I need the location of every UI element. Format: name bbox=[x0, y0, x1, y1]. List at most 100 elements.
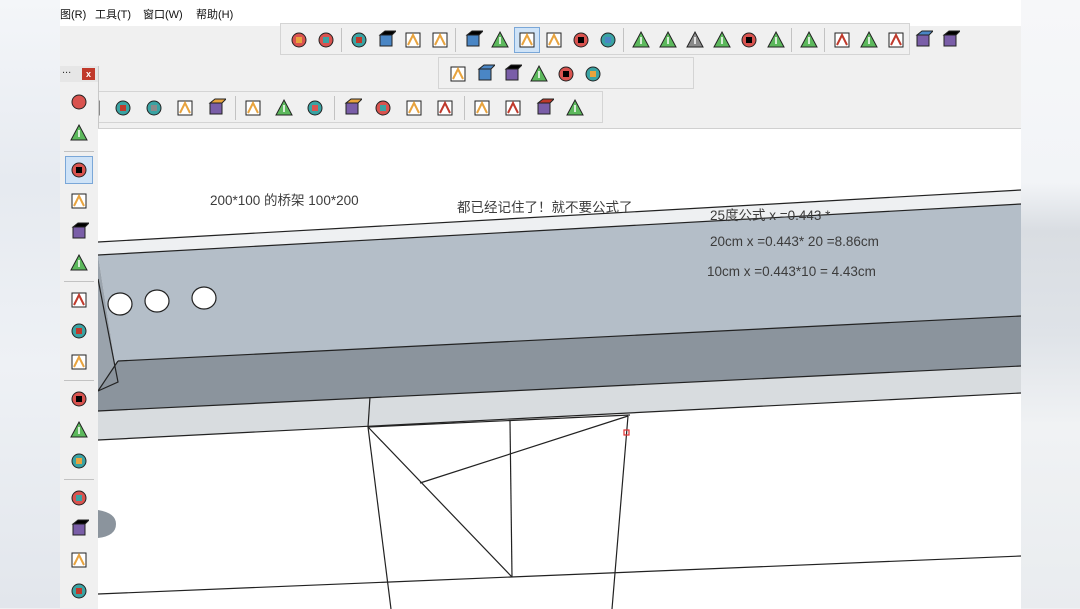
export-icon[interactable] bbox=[562, 95, 588, 121]
tray-hole bbox=[144, 289, 170, 313]
iso-view-icon[interactable] bbox=[286, 27, 312, 53]
house-side-icon[interactable] bbox=[655, 27, 681, 53]
walk-icon[interactable] bbox=[65, 577, 93, 605]
monochrome-style-icon[interactable] bbox=[595, 27, 621, 53]
subtract-icon bbox=[860, 30, 878, 48]
axes-icon[interactable] bbox=[65, 385, 93, 413]
house-outline-icon[interactable] bbox=[736, 27, 762, 53]
pencil-icon[interactable] bbox=[65, 156, 93, 184]
walk-icon bbox=[71, 583, 87, 599]
3d-text-icon[interactable] bbox=[65, 447, 93, 475]
followme-icon[interactable] bbox=[65, 317, 93, 345]
zoom-extents-icon[interactable] bbox=[432, 95, 458, 121]
component-icon[interactable] bbox=[65, 88, 93, 116]
eraser-icon[interactable] bbox=[65, 119, 93, 147]
wireframe-style-icon[interactable] bbox=[487, 27, 513, 53]
text-label-icon[interactable] bbox=[271, 95, 297, 121]
menu-help[interactable]: 帮助(H) bbox=[196, 6, 233, 22]
zoom-icon[interactable] bbox=[401, 95, 427, 121]
menu-window[interactable]: 窗口(W) bbox=[143, 6, 183, 22]
hidden-line-style-icon bbox=[519, 32, 535, 48]
menu-camera[interactable]: 图(R) bbox=[60, 6, 86, 22]
toolbar-separator bbox=[791, 28, 792, 52]
close-button[interactable]: x bbox=[82, 68, 95, 80]
right-view-icon[interactable] bbox=[373, 27, 399, 53]
paint-bucket-icon[interactable] bbox=[302, 95, 328, 121]
right-view-icon bbox=[378, 30, 396, 47]
extension-icon[interactable] bbox=[500, 95, 526, 121]
hidden-line-style-icon[interactable] bbox=[514, 27, 540, 53]
shaded-style-icon[interactable] bbox=[541, 27, 567, 53]
toolbar-separator bbox=[464, 96, 465, 120]
toolbar-grip: ... bbox=[62, 64, 72, 76]
toolbar-title-bar[interactable]: ... x bbox=[60, 64, 98, 82]
section-plane-icon bbox=[800, 30, 818, 48]
tray-hole bbox=[107, 292, 133, 316]
toolbar-separator bbox=[824, 28, 825, 52]
component-icon bbox=[71, 94, 87, 110]
subtract-icon[interactable] bbox=[856, 27, 882, 53]
followme-icon[interactable] bbox=[110, 95, 136, 121]
protractor-icon bbox=[504, 64, 522, 81]
extension-icon bbox=[505, 100, 521, 116]
top-view-icon[interactable] bbox=[313, 27, 339, 53]
pencil-icon bbox=[71, 162, 87, 178]
front-view-icon[interactable] bbox=[346, 27, 372, 53]
layout-icon[interactable] bbox=[531, 95, 557, 121]
house-back-icon[interactable] bbox=[709, 27, 735, 53]
pan-icon bbox=[375, 100, 391, 116]
pie-icon[interactable] bbox=[65, 249, 93, 277]
trim-icon bbox=[915, 30, 933, 47]
text-label-icon[interactable] bbox=[65, 416, 93, 444]
followme-icon bbox=[71, 323, 87, 339]
pan-icon[interactable] bbox=[65, 484, 93, 512]
zoom-icon bbox=[71, 552, 87, 568]
drawing-toolbar: ... x bbox=[60, 64, 99, 608]
trim-icon[interactable] bbox=[910, 27, 936, 53]
monochrome-style-icon bbox=[600, 32, 616, 48]
top-view-icon bbox=[318, 32, 334, 48]
protractor-icon[interactable] bbox=[499, 61, 525, 87]
tape-measure-icon[interactable] bbox=[240, 95, 266, 121]
orbit-icon bbox=[344, 98, 362, 115]
model-viewport[interactable]: 200*100 的桥架 100*200 都已经记住了！就不要公式了 25度公式 … bbox=[98, 128, 1021, 609]
zoom-extents-icon bbox=[437, 100, 453, 116]
text-label-icon[interactable] bbox=[526, 61, 552, 87]
rotate-icon[interactable] bbox=[172, 95, 198, 121]
tray-hole bbox=[191, 286, 217, 310]
house-top-icon[interactable] bbox=[682, 27, 708, 53]
house-front-icon[interactable] bbox=[628, 27, 654, 53]
section-plane-icon[interactable] bbox=[796, 27, 822, 53]
axes-icon[interactable] bbox=[553, 61, 579, 87]
pushpull-icon[interactable] bbox=[65, 286, 93, 314]
intersect-icon[interactable] bbox=[883, 27, 909, 53]
split-icon bbox=[942, 30, 960, 47]
rotate-icon bbox=[177, 100, 193, 116]
pushpull-icon bbox=[71, 292, 87, 308]
menu-tools[interactable]: 工具(T) bbox=[95, 6, 131, 22]
arc-icon[interactable] bbox=[65, 218, 93, 246]
3d-text-icon[interactable] bbox=[580, 61, 606, 87]
freehand-icon[interactable] bbox=[65, 187, 93, 215]
xray-style-icon[interactable] bbox=[460, 27, 486, 53]
back-view-icon[interactable] bbox=[400, 27, 426, 53]
textured-style-icon[interactable] bbox=[568, 27, 594, 53]
dimension-icon[interactable] bbox=[472, 61, 498, 87]
tape-measure-icon bbox=[450, 66, 466, 82]
tape-measure-icon[interactable] bbox=[445, 61, 471, 87]
text-label-icon bbox=[275, 98, 293, 116]
zoom-icon[interactable] bbox=[65, 546, 93, 574]
toolbar-separator bbox=[341, 28, 342, 52]
pan-icon[interactable] bbox=[370, 95, 396, 121]
back-view-icon bbox=[405, 32, 421, 48]
offset-icon[interactable] bbox=[65, 348, 93, 376]
union-icon[interactable] bbox=[829, 27, 855, 53]
scale-icon[interactable] bbox=[203, 95, 229, 121]
left-view-icon[interactable] bbox=[427, 27, 453, 53]
move-icon[interactable] bbox=[141, 95, 167, 121]
split-icon[interactable] bbox=[937, 27, 963, 53]
orbit-icon[interactable] bbox=[339, 95, 365, 121]
zoom-window-icon[interactable] bbox=[65, 515, 93, 543]
warehouse-icon[interactable] bbox=[469, 95, 495, 121]
house-garage-icon[interactable] bbox=[763, 27, 789, 53]
